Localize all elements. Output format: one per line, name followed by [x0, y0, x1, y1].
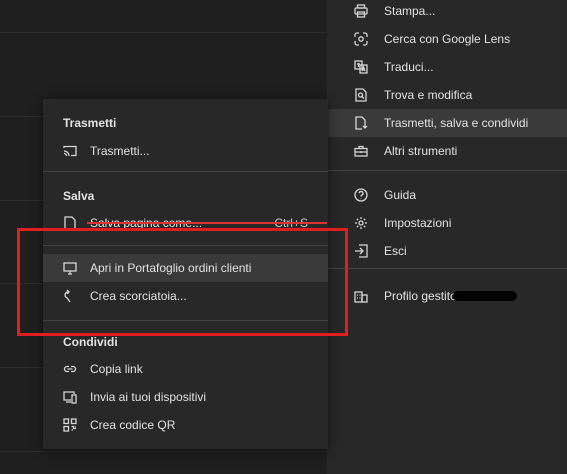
find-icon — [354, 88, 368, 102]
qr-code-icon — [63, 418, 77, 432]
submenu-item-label: Trasmetti... — [90, 144, 150, 158]
submenu-item-qr-code[interactable]: Crea codice QR — [43, 411, 328, 439]
menu-item-help[interactable]: Guida — [327, 181, 567, 209]
menu-item-label: Esci — [384, 244, 407, 258]
cast-icon — [63, 144, 77, 158]
menu-item-label: Cerca con Google Lens — [384, 32, 511, 46]
help-icon — [354, 188, 368, 202]
menu-item-label: Altri strumenti — [384, 144, 458, 158]
chrome-main-menu: Stampa... Cerca con Google Lens Traduci.… — [327, 0, 567, 474]
section-heading-save: Salva — [63, 189, 95, 203]
lens-icon — [354, 32, 368, 46]
menu-item-managed-profile[interactable]: Profilo gestito — [327, 282, 567, 310]
menu-item-cast-save-share[interactable]: Trasmetti, salva e condividi — [327, 109, 567, 137]
redaction-mark — [453, 291, 517, 301]
strikethrough-mark — [87, 222, 327, 224]
menu-item-exit[interactable]: Esci — [327, 237, 567, 265]
menu-item-translate[interactable]: Traduci... — [327, 53, 567, 81]
building-icon — [354, 289, 368, 303]
printer-icon — [354, 4, 368, 18]
menu-item-label: Profilo gestito — [384, 289, 457, 303]
translate-icon — [354, 60, 368, 74]
menu-item-label: Traduci... — [384, 60, 434, 74]
menu-item-label: Trasmetti, salva e condividi — [384, 116, 529, 130]
gear-icon — [354, 216, 368, 230]
submenu-item-label: Crea codice QR — [90, 418, 176, 432]
devices-icon — [63, 390, 77, 404]
cast-save-share-icon — [354, 116, 368, 130]
menu-divider — [327, 268, 567, 269]
menu-item-label: Stampa... — [384, 4, 436, 18]
submenu-item-copy-link[interactable]: Copia link — [43, 355, 328, 383]
section-heading-share: Condividi — [63, 335, 118, 349]
submenu-item-label: Invia ai tuoi dispositivi — [90, 390, 207, 404]
section-heading-cast: Trasmetti — [63, 116, 117, 130]
link-icon — [63, 362, 77, 376]
menu-item-label: Trova e modifica — [384, 88, 473, 102]
toolbox-icon — [354, 144, 368, 158]
menu-divider — [327, 170, 567, 171]
menu-item-find-edit[interactable]: Trova e modifica — [327, 81, 567, 109]
menu-item-more-tools[interactable]: Altri strumenti — [327, 137, 567, 165]
menu-item-settings[interactable]: Impostazioni — [327, 209, 567, 237]
menu-item-google-lens[interactable]: Cerca con Google Lens — [327, 25, 567, 53]
menu-item-label: Guida — [384, 188, 417, 202]
submenu-item-cast[interactable]: Trasmetti... — [43, 137, 328, 165]
menu-item-label: Impostazioni — [384, 216, 452, 230]
submenu-item-send-devices[interactable]: Invia ai tuoi dispositivi — [43, 383, 328, 411]
submenu-item-label: Copia link — [90, 362, 143, 376]
submenu-divider — [43, 171, 328, 172]
menu-item-print[interactable]: Stampa... — [327, 0, 567, 25]
highlight-annotation-box — [17, 228, 348, 336]
exit-icon — [354, 244, 368, 258]
